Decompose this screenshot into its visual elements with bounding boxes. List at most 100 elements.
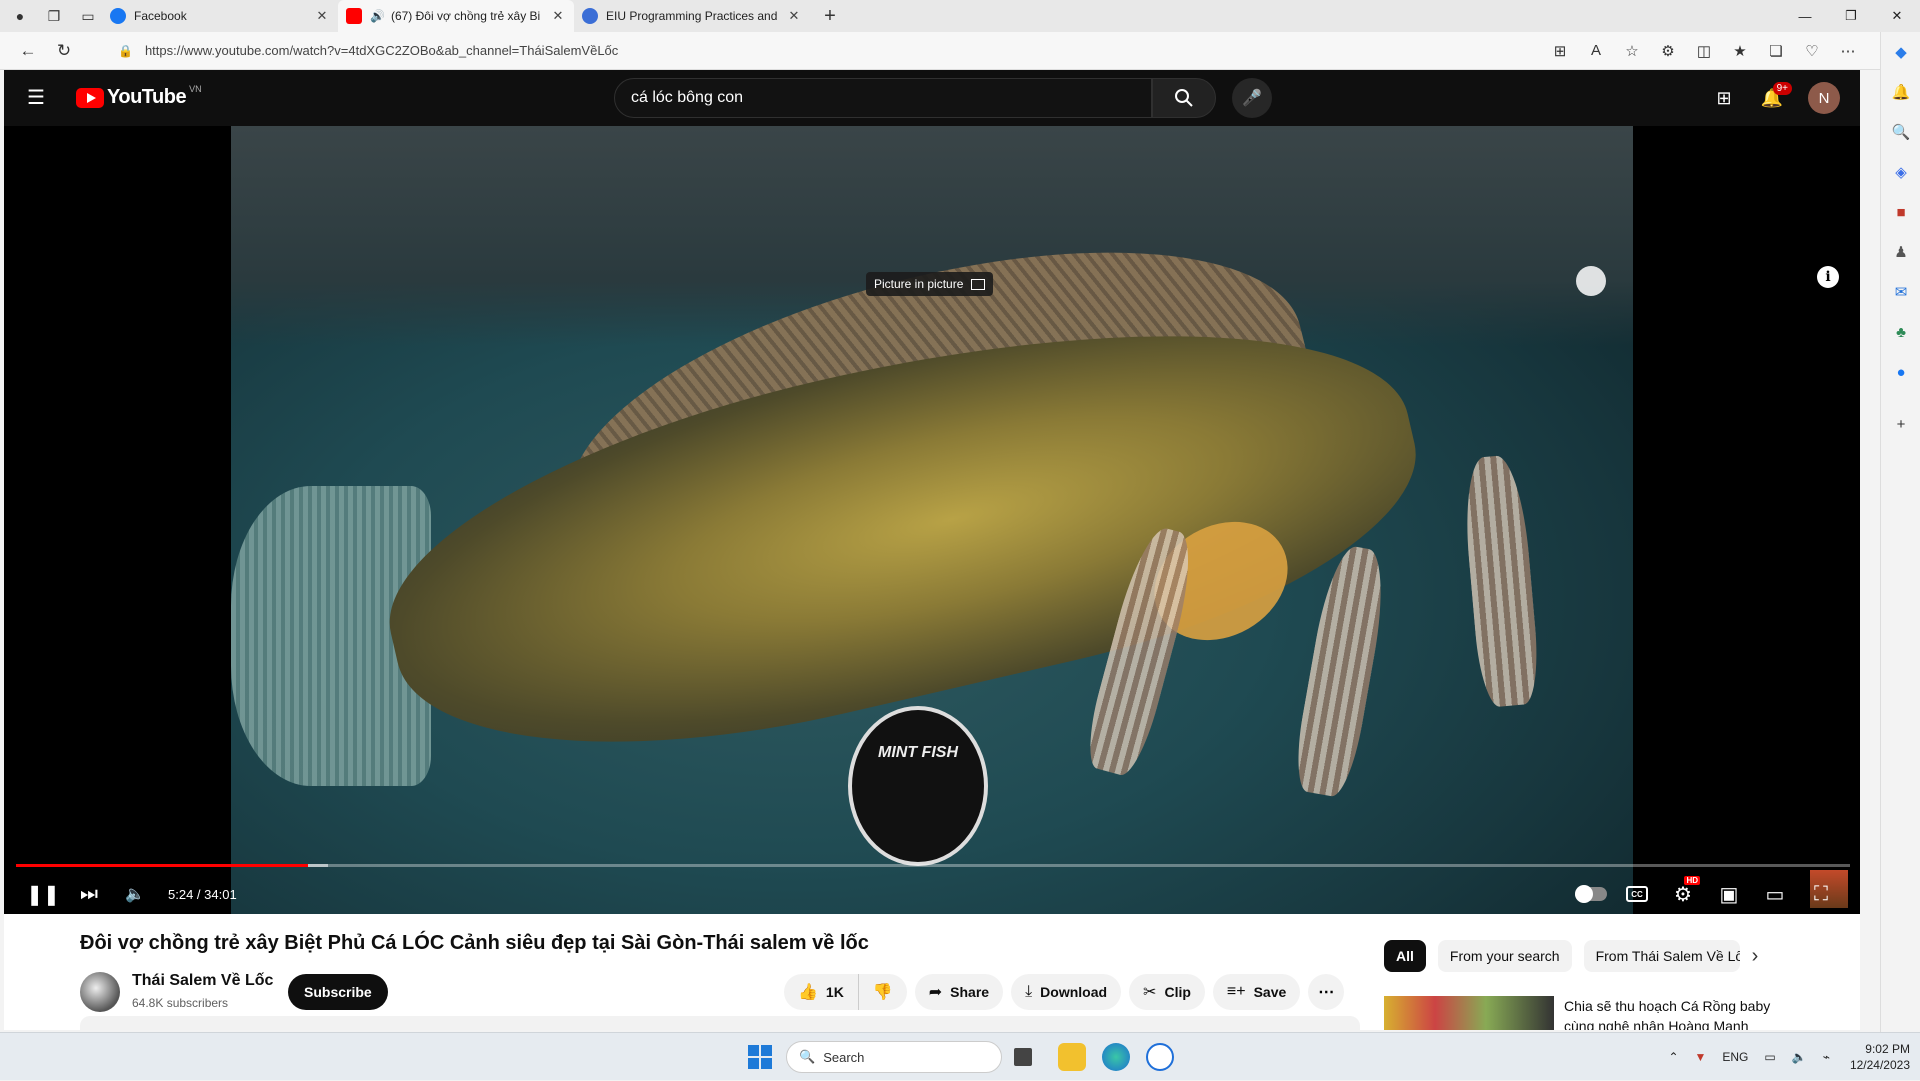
display-icon[interactable]: ▭ xyxy=(1764,1050,1775,1064)
menu-icon[interactable]: ☰ xyxy=(22,84,50,112)
channel-avatar[interactable] xyxy=(80,972,120,1012)
read-aloud-icon[interactable]: A xyxy=(1578,42,1614,60)
search-input[interactable]: cá lóc bông con xyxy=(614,78,1152,118)
info-icon[interactable]: i xyxy=(1817,266,1839,288)
scissors-icon: ✂ xyxy=(1143,984,1157,1001)
tree-icon[interactable]: ♣ xyxy=(1881,312,1920,352)
like-button[interactable]: 👍 1K xyxy=(784,974,859,1010)
search-icon[interactable]: 🔍 xyxy=(1881,112,1920,152)
country-code: VN xyxy=(189,83,202,94)
collections-icon[interactable]: ❏ xyxy=(1758,42,1794,60)
antivirus-icon[interactable]: ▼ xyxy=(1695,1050,1707,1064)
language-indicator[interactable]: ENG xyxy=(1722,1050,1748,1064)
edge-icon[interactable] xyxy=(1102,1043,1130,1071)
taskbar-search[interactable]: 🔍 Search xyxy=(786,1041,1002,1073)
refresh-icon[interactable]: ↻ xyxy=(46,35,82,67)
notifications-icon[interactable]: 🔔 9+ xyxy=(1748,80,1796,116)
new-tab-button[interactable]: + xyxy=(816,2,844,30)
notification-bell-icon[interactable]: 🔔 xyxy=(1881,72,1920,112)
app-available-icon[interactable]: ⊞ xyxy=(1542,42,1578,60)
tab-eiu[interactable]: EIU Programming Practices and ✕ xyxy=(574,0,810,32)
autoplay-toggle[interactable] xyxy=(1568,872,1614,916)
recommendation-thumbnail[interactable] xyxy=(1384,996,1554,1030)
favorites-icon[interactable]: ★ xyxy=(1722,42,1758,60)
watermark-text: MINT FISH xyxy=(878,744,958,761)
toggle-switch xyxy=(1575,885,1607,903)
system-tray: ⌃ ▼ ENG ▭ 🔈 ⌁ 9:02 PM 12/24/2023 xyxy=(1660,1033,1910,1081)
search-icon: 🔍 xyxy=(799,1049,816,1064)
thumbs-down-icon: 👎 xyxy=(872,984,893,1001)
zalo-icon[interactable] xyxy=(1146,1043,1174,1071)
description-box[interactable] xyxy=(80,1016,1360,1030)
channel-watermark-icon[interactable] xyxy=(1576,266,1606,296)
miniplayer-icon[interactable]: ▣ xyxy=(1706,872,1752,916)
channel-name[interactable]: Thái Salem Về Lốc xyxy=(132,972,273,990)
volume-icon[interactable]: 🔈 xyxy=(112,872,158,916)
download-button[interactable]: ⤓ Download xyxy=(1011,974,1122,1010)
workspaces-icon[interactable]: ❐ xyxy=(40,2,68,30)
network-icon[interactable]: ⌁ xyxy=(1823,1050,1830,1064)
tab-youtube[interactable]: 🔊 (67) Đôi vợ chồng trẻ xây Bi ✕ xyxy=(338,0,574,32)
tab-title: EIU Programming Practices and xyxy=(606,9,778,23)
outlook-icon[interactable]: ✉ xyxy=(1881,272,1920,312)
more-menu-icon[interactable]: ⋯ xyxy=(1830,42,1866,60)
chevron-up-icon[interactable]: ⌃ xyxy=(1668,1050,1678,1064)
subscribe-button[interactable]: Subscribe xyxy=(288,974,388,1010)
next-icon[interactable]: ⏭ xyxy=(66,872,112,916)
shopping-icon[interactable]: ◈ xyxy=(1881,152,1920,192)
video-player[interactable]: MINT FISH Picture in picture i xyxy=(4,126,1860,914)
add-icon[interactable]: + xyxy=(1881,404,1920,444)
clock[interactable]: 9:02 PM 12/24/2023 xyxy=(1850,1041,1910,1073)
close-window-icon[interactable]: ✕ xyxy=(1874,0,1920,32)
close-tab-icon[interactable]: ✕ xyxy=(786,8,802,24)
theater-mode-icon[interactable]: ▭ xyxy=(1752,872,1798,916)
pause-icon[interactable]: ❚❚ xyxy=(20,872,66,916)
create-video-icon[interactable]: ⊞ xyxy=(1700,80,1748,116)
search-button[interactable] xyxy=(1152,78,1216,118)
logo-text: YouTube xyxy=(107,86,187,108)
settings-button[interactable]: ⚙ HD xyxy=(1660,872,1706,916)
recommendation-title[interactable]: Chia sẽ thu hoạch Cá Rồng baby cùng nghệ… xyxy=(1564,996,1794,1030)
profile-icon[interactable]: ● xyxy=(6,2,34,30)
messenger-icon[interactable]: ● xyxy=(1881,352,1920,392)
share-button[interactable]: ➦ Share xyxy=(914,974,1004,1010)
captions-button[interactable]: CC xyxy=(1614,872,1660,916)
save-button[interactable]: ≡+ Save xyxy=(1212,974,1301,1010)
close-tab-icon[interactable]: ✕ xyxy=(314,8,330,24)
subscriber-count: 64.8K subscribers xyxy=(132,996,229,1010)
tab-actions-icon[interactable]: ▭ xyxy=(74,2,102,30)
close-tab-icon[interactable]: ✕ xyxy=(550,8,566,24)
chip-all[interactable]: All xyxy=(1384,940,1426,972)
chevron-right-icon[interactable]: › xyxy=(1752,945,1759,968)
back-icon[interactable]: ← xyxy=(10,35,46,67)
file-explorer-icon[interactable] xyxy=(1058,1043,1086,1071)
tab-facebook[interactable]: Facebook ✕ xyxy=(102,0,338,32)
thumbs-up-icon: 👍 xyxy=(798,984,818,1001)
restore-icon[interactable]: ❐ xyxy=(1828,0,1874,32)
youtube-logo[interactable]: YouTube VN xyxy=(76,83,202,109)
lock-icon[interactable]: 🔒 xyxy=(118,44,133,58)
dislike-button[interactable]: 👎 xyxy=(858,974,907,1010)
progress-bar[interactable] xyxy=(16,864,1850,867)
games-icon[interactable]: ♟ xyxy=(1881,232,1920,272)
clip-button[interactable]: ✂ Clip xyxy=(1129,974,1205,1010)
voice-search-button[interactable]: 🎤 xyxy=(1232,78,1272,118)
volume-icon[interactable]: 🔈 xyxy=(1792,1050,1807,1064)
minimize-icon[interactable]: — xyxy=(1782,0,1828,32)
more-actions-icon[interactable]: ⋯ xyxy=(1308,974,1345,1010)
favorite-star-icon[interactable]: ☆ xyxy=(1614,42,1650,60)
chip-from-channel[interactable]: From Thái Salem Về Lốc xyxy=(1583,940,1740,972)
account-avatar[interactable]: N xyxy=(1808,82,1840,114)
speaker-icon[interactable]: 🔊 xyxy=(370,9,385,23)
chip-from-search[interactable]: From your search xyxy=(1437,940,1572,972)
split-screen-icon[interactable]: ◫ xyxy=(1686,42,1722,60)
task-view-icon[interactable] xyxy=(1014,1048,1032,1066)
windows-start-icon[interactable] xyxy=(748,1045,772,1069)
performance-icon[interactable]: ♡ xyxy=(1794,42,1830,60)
tools-icon[interactable]: ■ xyxy=(1881,192,1920,232)
extensions-icon[interactable]: ⚙ xyxy=(1650,42,1686,60)
fullscreen-icon[interactable]: ⛶ xyxy=(1798,872,1844,916)
copilot-icon[interactable]: ◆ xyxy=(1881,32,1920,72)
tab-title: Facebook xyxy=(134,9,187,23)
address-bar[interactable]: 🔒 https://www.youtube.com/watch?v=4tdXGC… xyxy=(118,36,1468,66)
